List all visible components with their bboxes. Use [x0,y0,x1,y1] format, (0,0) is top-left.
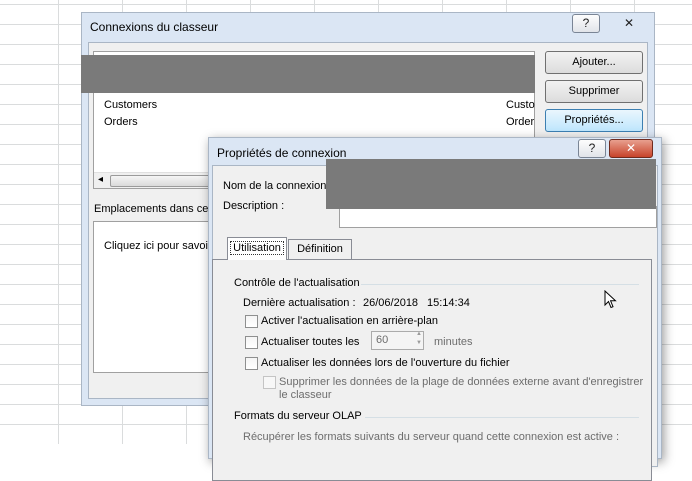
last-refresh-label: Dernière actualisation : [243,297,356,309]
tab-usage-label: Utilisation [230,241,284,255]
refresh-every-checkbox[interactable] [245,336,258,349]
olap-section-title: Formats du serveur OLAP [234,410,362,422]
background-refresh-checkbox[interactable] [245,315,258,328]
description-input[interactable] [339,206,657,228]
help-button[interactable]: ? [572,14,600,33]
properties-button-label: Propriétés... [564,114,624,126]
locations-label: Emplacements dans ce c [94,203,217,215]
properties-button[interactable]: Propriétés... [545,109,643,132]
refresh-every-label[interactable]: Actualiser toutes les [261,336,359,348]
remove-data-label-line2: le classeur [279,389,332,401]
description-label: Description : [223,200,285,212]
refresh-on-open-checkbox[interactable] [245,357,258,370]
remove-data-checkbox[interactable] [263,376,276,389]
add-button[interactable]: Ajouter... [545,51,643,74]
olap-description: Récupérer les formats suivants du serveu… [243,431,620,443]
locations-hint[interactable]: Cliquez ici pour savoir [104,240,212,252]
help-icon: ? [588,141,596,155]
refresh-section-title: Contrôle de l'actualisation [234,277,360,289]
workbook-connections-titlebar[interactable]: Connexions du classeur ? ✕ [82,13,654,41]
background-refresh-label[interactable]: Activer l'actualisation en arrière-plan [261,315,438,327]
redacted-area [81,55,535,93]
tab-usage[interactable]: Utilisation [227,237,287,260]
last-refresh-time: 15:14:34 [427,297,470,309]
remove-button-label: Supprimer [568,85,620,97]
refresh-interval-value: 60 [376,334,389,346]
close-button[interactable]: ✕ [609,139,653,158]
refresh-interval-stepper[interactable]: 60 ▲ ▼ [371,331,424,350]
close-button[interactable]: ✕ [608,14,650,33]
add-button-label: Ajouter... [572,56,616,68]
scroll-thumb[interactable] [110,175,212,187]
scroll-left-icon[interactable]: ◂ [98,174,103,185]
help-icon: ? [582,16,590,30]
close-icon: ✕ [625,141,637,155]
list-item-desc: Order [506,116,535,128]
list-item-name[interactable]: Orders [104,116,138,128]
tab-definition-label: Définition [297,243,343,255]
refresh-section-separator [361,284,639,285]
help-button[interactable]: ? [578,139,606,158]
mouse-pointer-icon [604,290,617,309]
close-icon: ✕ [623,16,635,30]
connection-properties-body: Nom de la connexion Description : Utilis… [212,165,658,481]
list-item-name[interactable]: Customers [104,99,157,111]
remove-data-label-line1: Supprimer les données de la plage de don… [279,376,644,388]
stepper-down-icon[interactable]: ▼ [416,340,422,346]
refresh-interval-unit: minutes [434,336,473,348]
redacted-connection-name [326,159,656,209]
usage-tab-panel: Contrôle de l'actualisation Dernière act… [212,259,652,481]
dialog-title: Propriétés de connexion [217,146,347,160]
stepper-up-icon[interactable]: ▲ [416,331,422,337]
dialog-title: Connexions du classeur [90,20,219,34]
connection-name-label: Nom de la connexion [223,180,327,192]
remove-button[interactable]: Supprimer [545,80,643,103]
refresh-on-open-label[interactable]: Actualiser les données lors de l'ouvertu… [261,357,510,369]
last-refresh-date: 26/06/2018 [363,297,419,309]
olap-section-separator [365,417,639,418]
list-item-desc: Custo [506,99,535,111]
tab-definition[interactable]: Définition [288,239,352,260]
